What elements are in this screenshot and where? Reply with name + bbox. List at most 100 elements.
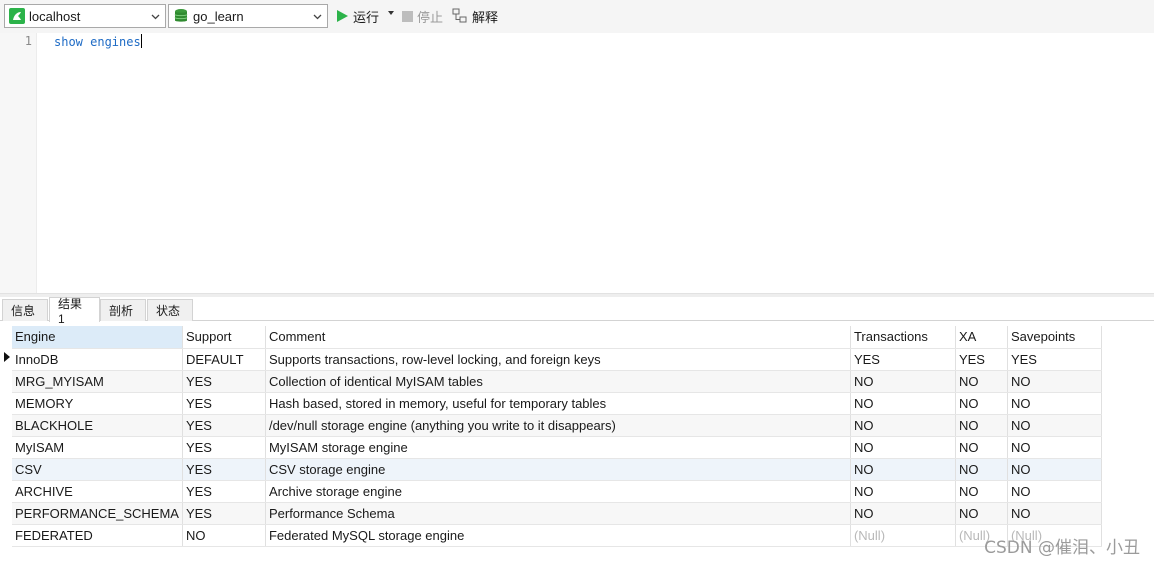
tab-profile-label: 剖析 (109, 304, 134, 318)
table-cell[interactable]: NO (955, 392, 1008, 415)
table-cell[interactable]: FEDERATED (12, 524, 183, 547)
table-row[interactable]: MEMORY YES Hash based, stored in memory, u… (12, 392, 1102, 415)
table-cell[interactable]: NO (850, 370, 956, 393)
table-cell[interactable]: Performance Schema (265, 502, 851, 525)
line-gutter: 1 (0, 33, 37, 293)
column-header-xa[interactable]: XA (955, 326, 1008, 349)
table-cell[interactable]: NO (955, 502, 1008, 525)
table-cell[interactable]: Hash based, stored in memory, useful for… (265, 392, 851, 415)
watermark: CSDN @催泪、小丑 (984, 538, 1140, 558)
text-cursor (140, 34, 142, 48)
tab-profile[interactable]: 剖析 (100, 299, 146, 321)
run-button[interactable]: 运行 (336, 6, 379, 26)
table-cell[interactable]: YES (850, 348, 956, 371)
toolbar: localhost go_learn 运行 停止 解释 (0, 0, 1154, 33)
run-dropdown-icon[interactable] (387, 9, 395, 17)
column-header-transactions[interactable]: Transactions (850, 326, 956, 349)
stop-icon (402, 10, 413, 22)
current-row-indicator-icon (4, 352, 10, 362)
tab-info[interactable]: 信息 (2, 299, 48, 321)
run-label: 运行 (353, 9, 380, 25)
tab-status[interactable]: 状态 (147, 299, 193, 321)
tab-info-label: 信息 (11, 304, 36, 318)
table-cell[interactable]: NO (850, 502, 956, 525)
table-row[interactable]: MyISAM YES MyISAM storage engine NO NO NO (12, 436, 1102, 459)
database-select[interactable]: go_learn (168, 4, 328, 28)
table-cell[interactable]: NO (850, 414, 956, 437)
explain-icon (452, 8, 467, 23)
chevron-down-icon (313, 14, 322, 20)
table-cell[interactable]: NO (1007, 436, 1102, 459)
table-cell[interactable]: YES (182, 502, 266, 525)
table-cell[interactable]: YES (182, 436, 266, 459)
table-cell[interactable]: NO (955, 458, 1008, 481)
sql-code-line[interactable]: show engines (54, 34, 142, 49)
table-cell[interactable]: MRG_MYISAM (12, 370, 183, 393)
column-header-comment[interactable]: Comment (265, 326, 851, 349)
table-cell[interactable]: YES (182, 480, 266, 503)
table-row[interactable]: ARCHIVE YES Archive storage engine NO NO NO (12, 480, 1102, 503)
table-cell[interactable]: Collection of identical MyISAM tables (265, 370, 851, 393)
table-cell[interactable]: NO (850, 392, 956, 415)
table-cell[interactable]: CSV storage engine (265, 458, 851, 481)
result-grid[interactable]: Engine Support Comment Transactions XA Savepo… (12, 326, 1102, 547)
table-cell[interactable]: NO (182, 524, 266, 547)
connection-select[interactable]: localhost (4, 4, 166, 28)
table-cell[interactable]: DEFAULT (182, 348, 266, 371)
table-cell[interactable]: MyISAM storage engine (265, 436, 851, 459)
table-cell[interactable]: Archive storage engine (265, 480, 851, 503)
result-table[interactable]: Engine Support Comment Transactions XA Savepo… (12, 326, 1102, 547)
explain-button[interactable]: 解释 (452, 6, 498, 26)
column-header-engine[interactable]: Engine (12, 326, 183, 349)
table-cell[interactable]: YES (182, 370, 266, 393)
table-cell[interactable]: YES (955, 348, 1008, 371)
table-cell[interactable]: NO (1007, 502, 1102, 525)
table-cell[interactable]: (Null) (850, 524, 956, 547)
table-cell[interactable]: Federated MySQL storage engine (265, 524, 851, 547)
table-row[interactable]: FEDERATED NO Federated MySQL storage engin… (12, 524, 1102, 547)
chevron-down-icon (151, 14, 160, 20)
table-cell[interactable]: NO (850, 458, 956, 481)
database-icon (174, 9, 188, 22)
table-cell[interactable]: NO (955, 370, 1008, 393)
table-cell[interactable]: YES (182, 392, 266, 415)
table-cell[interactable]: YES (182, 458, 266, 481)
header-row: Engine Support Comment Transactions XA Savepo… (12, 326, 1102, 349)
table-cell[interactable]: NO (955, 480, 1008, 503)
table-row[interactable]: BLACKHOLE YES/dev/null storage engine (an… (12, 414, 1102, 437)
table-cell[interactable]: MyISAM (12, 436, 183, 459)
connection-icon (9, 8, 25, 24)
table-cell[interactable]: CSV (12, 458, 183, 481)
play-icon (337, 10, 348, 22)
column-header-support[interactable]: Support (182, 326, 266, 349)
table-cell[interactable]: Supports transactions, row-level locking… (265, 348, 851, 371)
table-cell[interactable]: MEMORY (12, 392, 183, 415)
table-cell[interactable]: NO (955, 436, 1008, 459)
stop-button[interactable]: 停止 (402, 6, 443, 26)
stop-label: 停止 (417, 9, 444, 25)
tab-result-1[interactable]: 结果 1 (49, 297, 100, 326)
table-cell[interactable]: NO (955, 414, 1008, 437)
table-row[interactable]: PERFORMANCE_SCHEMA YES Performance Schema N… (12, 502, 1102, 525)
table-cell[interactable]: /dev/null storage engine (anything you w… (265, 414, 851, 437)
column-header-savepoints[interactable]: Savepoints (1007, 326, 1102, 349)
table-cell[interactable]: BLACKHOLE (12, 414, 183, 437)
table-cell[interactable]: NO (1007, 458, 1102, 481)
table-cell[interactable]: ARCHIVE (12, 480, 183, 503)
tab-status-label: 状态 (156, 304, 181, 318)
table-cell[interactable]: NO (1007, 414, 1102, 437)
table-cell[interactable]: NO (1007, 370, 1102, 393)
table-row[interactable]: InnoDB DEFAULT Supports transactions, row-… (12, 348, 1102, 371)
table-cell[interactable]: PERFORMANCE_SCHEMA (12, 502, 183, 525)
table-cell[interactable]: NO (1007, 392, 1102, 415)
table-row[interactable]: CSV YES CSV storage engine NO NO NO (12, 458, 1102, 481)
table-row[interactable]: MRG_MYISAM YES Collection of identical MyI… (12, 370, 1102, 393)
table-cell[interactable]: YES (182, 414, 266, 437)
table-cell[interactable]: NO (850, 436, 956, 459)
table-cell[interactable]: YES (1007, 348, 1102, 371)
table-cell[interactable]: NO (850, 480, 956, 503)
tab-result-label: 结果 1 (58, 296, 83, 326)
table-cell[interactable]: NO (1007, 480, 1102, 503)
sql-editor[interactable]: 1 show engines (0, 33, 1154, 293)
table-cell[interactable]: InnoDB (12, 348, 183, 371)
